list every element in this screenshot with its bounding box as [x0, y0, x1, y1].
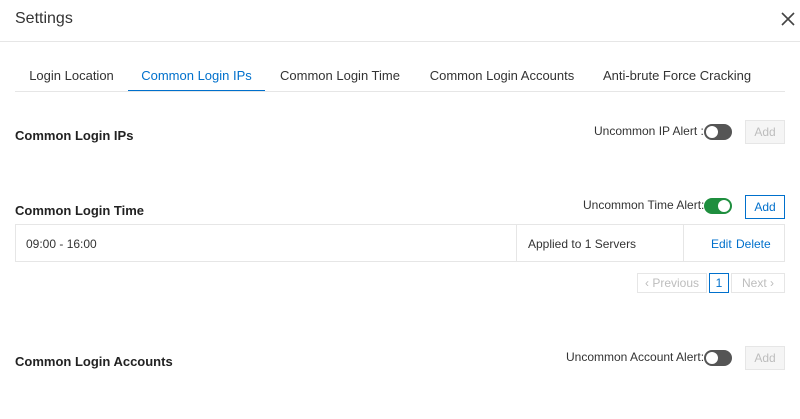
- section-title-accounts: Common Login Accounts: [15, 354, 173, 369]
- pagination: ‹ Previous 1 Next ›: [637, 273, 785, 293]
- account-alert-group: Uncommon Account Alert:: [566, 347, 736, 369]
- edit-link[interactable]: Edit: [711, 237, 732, 251]
- chevron-left-icon: ‹: [644, 276, 649, 290]
- applied-servers-cell: Applied to 1 Servers: [528, 237, 637, 251]
- ip-alert-label: Uncommon IP Alert :: [594, 124, 704, 138]
- cell-divider: [683, 225, 684, 261]
- table-row: 09:00 - 16:00 Applied to 1 Servers Edit …: [15, 224, 785, 262]
- account-alert-toggle[interactable]: [704, 350, 732, 366]
- time-alert-group: Uncommon Time Alert:: [583, 195, 733, 217]
- tab-common-login-time[interactable]: Common Login Time: [265, 60, 415, 91]
- account-add-button[interactable]: Add: [745, 346, 785, 370]
- tab-common-login-ips[interactable]: Common Login IPs: [128, 60, 265, 91]
- dialog-header: Settings: [0, 0, 800, 42]
- tab-bar: Login Location Common Login IPs Common L…: [15, 60, 785, 92]
- tab-login-location[interactable]: Login Location: [15, 60, 128, 91]
- next-page-button[interactable]: Next ›: [731, 273, 785, 293]
- ip-add-button[interactable]: Add: [745, 120, 785, 144]
- close-icon[interactable]: [779, 10, 797, 28]
- toggle-knob: [706, 126, 718, 138]
- delete-link[interactable]: Delete: [736, 237, 771, 251]
- account-alert-label: Uncommon Account Alert:: [566, 350, 705, 364]
- toggle-knob: [706, 352, 718, 364]
- section-title-time: Common Login Time: [15, 203, 145, 218]
- settings-dialog: Settings Login Location Common Login IPs…: [0, 0, 800, 419]
- tab-anti-brute-force[interactable]: Anti-brute Force Cracking: [589, 60, 765, 91]
- next-label: Next: [741, 276, 767, 290]
- section-title-ips: Common Login IPs: [15, 128, 134, 143]
- time-alert-label: Uncommon Time Alert:: [583, 198, 705, 212]
- time-alert-toggle[interactable]: [704, 198, 732, 214]
- toggle-knob: [718, 200, 730, 212]
- ip-alert-toggle[interactable]: [704, 124, 732, 140]
- previous-label: Previous: [652, 276, 700, 290]
- tabs-scroll-right-icon[interactable]: ›: [780, 60, 785, 91]
- ip-alert-group: Uncommon IP Alert :: [594, 121, 734, 143]
- time-range-cell: 09:00 - 16:00: [26, 237, 97, 251]
- time-add-button[interactable]: Add: [745, 195, 785, 219]
- previous-page-button[interactable]: ‹ Previous: [637, 273, 707, 293]
- tab-common-login-accounts[interactable]: Common Login Accounts: [415, 60, 589, 91]
- dialog-title: Settings: [15, 10, 73, 27]
- page-number-button[interactable]: 1: [709, 273, 729, 293]
- chevron-right-icon: ›: [770, 276, 775, 290]
- cell-divider: [516, 225, 517, 261]
